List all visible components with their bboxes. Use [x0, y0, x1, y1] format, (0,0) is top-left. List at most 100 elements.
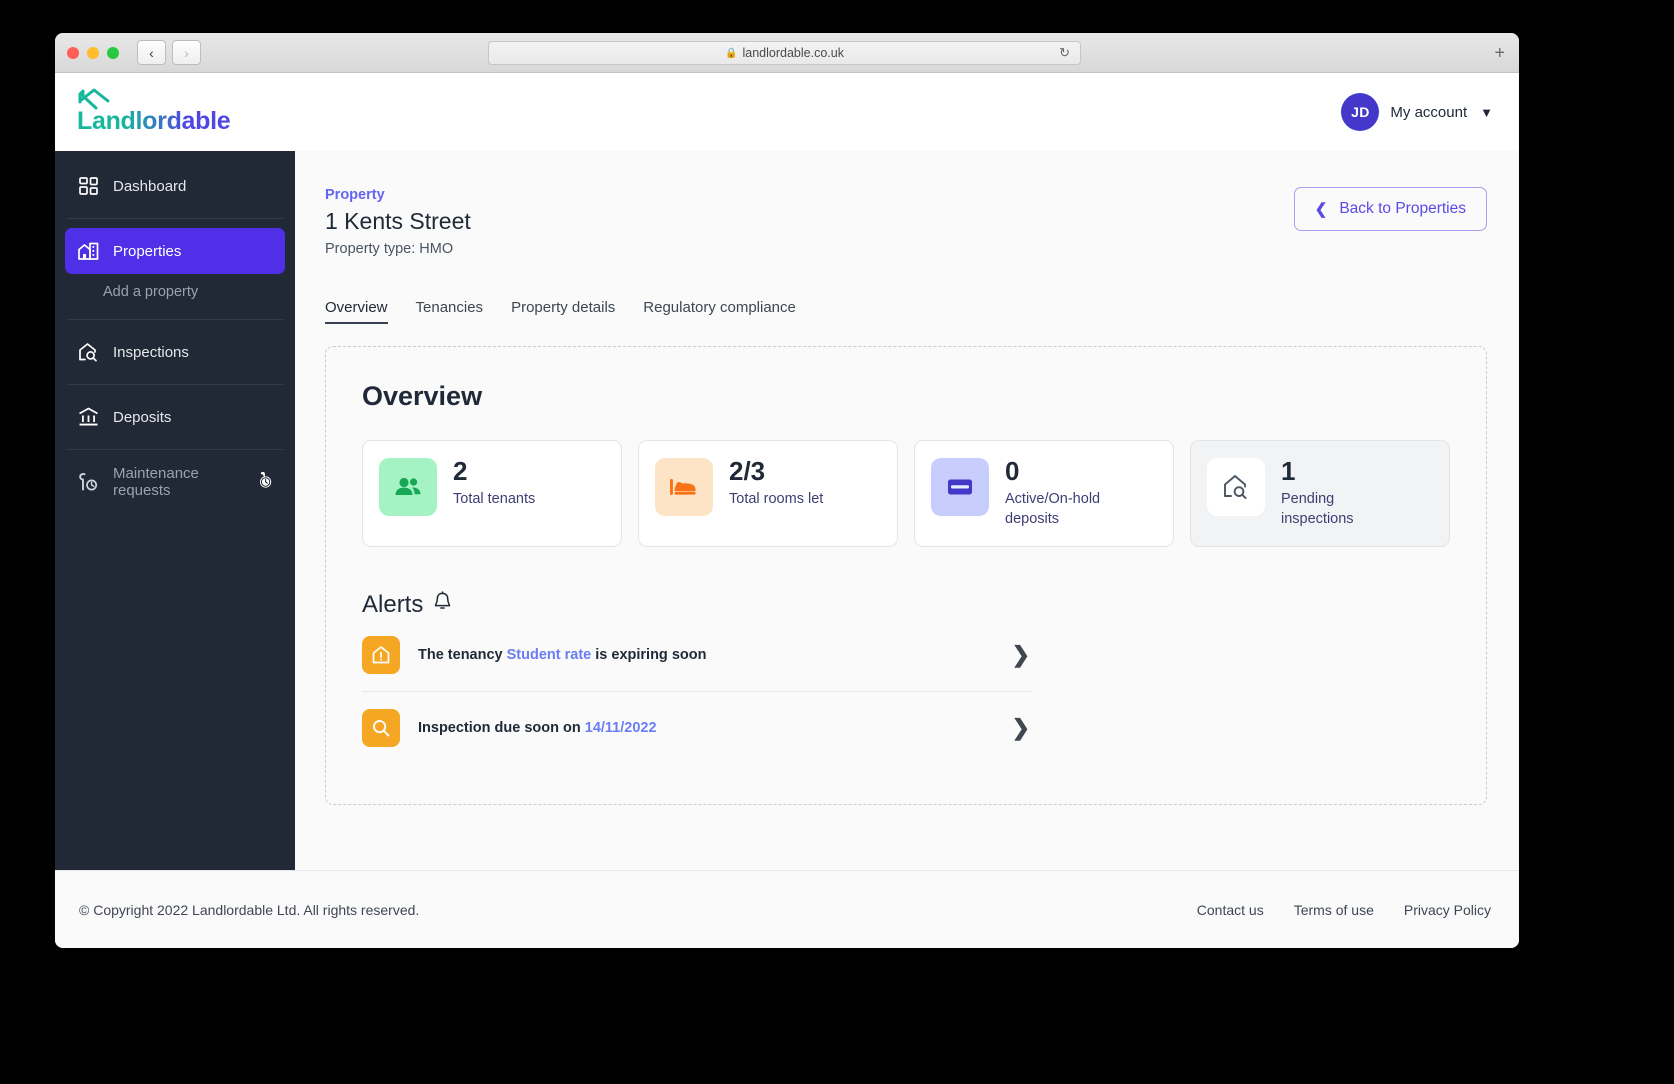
sidebar-item-maintenance-requests[interactable]: Maintenance requests	[65, 459, 285, 505]
overview-panel: Overview 2 Total tenants 2/3 Total rooms…	[325, 346, 1487, 805]
chevron-right-icon[interactable]: ❯	[1012, 715, 1030, 741]
home-alert-icon	[362, 635, 400, 674]
forward-button[interactable]: ›	[172, 40, 201, 65]
breadcrumb: Property	[325, 187, 385, 203]
window-controls	[67, 46, 119, 59]
wrench-clock-icon	[77, 471, 99, 493]
alert-prefix: Inspection due soon on	[418, 719, 585, 736]
stat-text-group: 0 Active/On-hold deposits	[1005, 456, 1113, 529]
stat-card-active-on-hold-deposits[interactable]: 0 Active/On-hold deposits	[914, 440, 1174, 547]
back-button[interactable]: ‹	[137, 40, 166, 65]
page-title-group: Property 1 Kents Street Property type: H…	[325, 187, 471, 257]
sidebar-item-label: Inspections	[113, 343, 189, 361]
sidebar: Dashboard Properties Add a property Insp…	[55, 151, 295, 911]
footer-link-terms-of-use[interactable]: Terms of use	[1294, 902, 1374, 918]
bed-icon	[655, 458, 713, 516]
main-content: Property 1 Kents Street Property type: H…	[295, 151, 1519, 911]
stat-card-total-rooms-let[interactable]: 2/3 Total rooms let	[638, 440, 898, 547]
stat-label: Total rooms let	[729, 491, 824, 508]
sidebar-divider	[67, 218, 283, 219]
sidebar-item-label: Maintenance requests	[113, 465, 199, 499]
alerts-title: Alerts	[362, 590, 424, 618]
stat-value: 0	[1005, 456, 1020, 486]
sidebar-item-add-a-property[interactable]: Add a property	[55, 274, 295, 310]
minimize-window-button[interactable]	[87, 46, 99, 59]
browser-nav-buttons: ‹ ›	[137, 40, 201, 65]
logo[interactable]: Landlordable	[77, 88, 231, 136]
stat-value: 1	[1281, 456, 1296, 486]
tab-property-details[interactable]: Property details	[511, 299, 615, 324]
stats-row: 2 Total tenants 2/3 Total rooms let 0 Ac…	[362, 440, 1450, 547]
page-header: Property 1 Kents Street Property type: H…	[325, 187, 1487, 257]
footer-link-contact-us[interactable]: Contact us	[1197, 902, 1264, 918]
alert-message: The tenancy Student rate is expiring soo…	[418, 647, 994, 663]
alert-link[interactable]: Student rate	[507, 647, 592, 663]
plus-icon[interactable]: +	[1494, 42, 1505, 63]
browser-window: ‹ › 🔒 landlordable.co.uk ↻ + Landlordabl…	[55, 33, 1519, 948]
alerts-heading: Alerts	[362, 591, 1450, 619]
account-menu[interactable]: JD My account ▼	[1341, 93, 1493, 131]
alert-prefix: The tenancy	[418, 646, 507, 663]
building-home-icon	[77, 240, 99, 262]
tab-bar: Overview Tenancies Property details Regu…	[325, 299, 1487, 324]
home-search-icon	[1207, 458, 1265, 516]
sidebar-divider	[67, 449, 283, 450]
alert-row[interactable]: The tenancy Student rate is expiring soo…	[362, 619, 1032, 692]
copyright-text: © Copyright 2022 Landlordable Ltd. All r…	[79, 901, 420, 918]
chevron-left-icon: ❮	[1314, 201, 1328, 218]
tab-regulatory-compliance[interactable]: Regulatory compliance	[643, 299, 796, 324]
footer-link-privacy-policy[interactable]: Privacy Policy	[1404, 902, 1491, 918]
stat-label: Pending inspections	[1281, 491, 1354, 527]
stat-label: Total tenants	[453, 491, 536, 508]
card-icon	[931, 458, 989, 516]
stat-card-total-tenants[interactable]: 2 Total tenants	[362, 440, 622, 547]
tab-tenancies[interactable]: Tenancies	[416, 299, 484, 324]
sidebar-item-deposits[interactable]: Deposits	[65, 394, 285, 440]
close-window-button[interactable]	[67, 46, 79, 59]
dashboard-grid-icon	[77, 175, 99, 197]
back-button-label: Back to Properties	[1339, 200, 1466, 217]
bank-icon	[77, 406, 99, 428]
bell-icon	[433, 591, 452, 619]
sidebar-item-dashboard[interactable]: Dashboard	[65, 163, 285, 209]
sidebar-divider	[67, 384, 283, 385]
tab-overview[interactable]: Overview	[325, 299, 388, 324]
back-to-properties-button[interactable]: ❮ Back to Properties	[1293, 187, 1487, 231]
reload-icon[interactable]: ↻	[1059, 45, 1070, 61]
home-search-icon	[77, 341, 99, 363]
people-icon	[379, 458, 437, 516]
property-type-label: Property type: HMO	[325, 241, 454, 257]
alert-message: Inspection due soon on 14/11/2022	[418, 720, 994, 736]
stat-card-pending-inspections[interactable]: 1 Pending inspections	[1190, 440, 1450, 547]
footer-links: Contact us Terms of use Privacy Policy	[1197, 902, 1491, 918]
stat-label: Active/On-hold deposits	[1005, 491, 1101, 527]
sidebar-item-inspections[interactable]: Inspections	[65, 329, 285, 375]
maximize-window-button[interactable]	[107, 46, 119, 59]
logo-text: Landlordable	[77, 107, 231, 135]
clock-badge-icon	[256, 471, 273, 493]
chevron-down-icon: ▼	[1480, 104, 1493, 120]
stat-value: 2/3	[729, 456, 766, 486]
alert-row[interactable]: Inspection due soon on 14/11/2022 ❯	[362, 692, 1032, 764]
alert-suffix: is expiring soon	[591, 646, 707, 663]
alert-link[interactable]: 14/11/2022	[585, 720, 657, 736]
account-label: My account	[1390, 103, 1468, 121]
sidebar-item-label: Dashboard	[113, 177, 187, 195]
app-header: Landlordable JD My account ▼	[55, 73, 1519, 151]
footer: © Copyright 2022 Landlordable Ltd. All r…	[55, 870, 1519, 948]
url-text: landlordable.co.uk	[742, 46, 844, 60]
stat-text-group: 1 Pending inspections	[1281, 456, 1389, 529]
chevron-right-icon[interactable]: ❯	[1012, 642, 1030, 668]
stat-text-group: 2/3 Total rooms let	[729, 456, 824, 510]
stat-value: 2	[453, 456, 468, 486]
address-bar[interactable]: 🔒 landlordable.co.uk ↻	[488, 41, 1081, 65]
sidebar-item-label: Deposits	[113, 408, 172, 426]
sidebar-item-properties[interactable]: Properties	[65, 228, 285, 274]
lock-icon: 🔒	[725, 47, 738, 59]
sidebar-subitem-label: Add a property	[103, 284, 199, 300]
browser-titlebar: ‹ › 🔒 landlordable.co.uk ↻ +	[55, 33, 1519, 73]
page-title: 1 Kents Street	[325, 208, 471, 234]
panel-title: Overview	[362, 381, 483, 411]
search-icon	[362, 708, 400, 747]
avatar: JD	[1341, 93, 1380, 131]
